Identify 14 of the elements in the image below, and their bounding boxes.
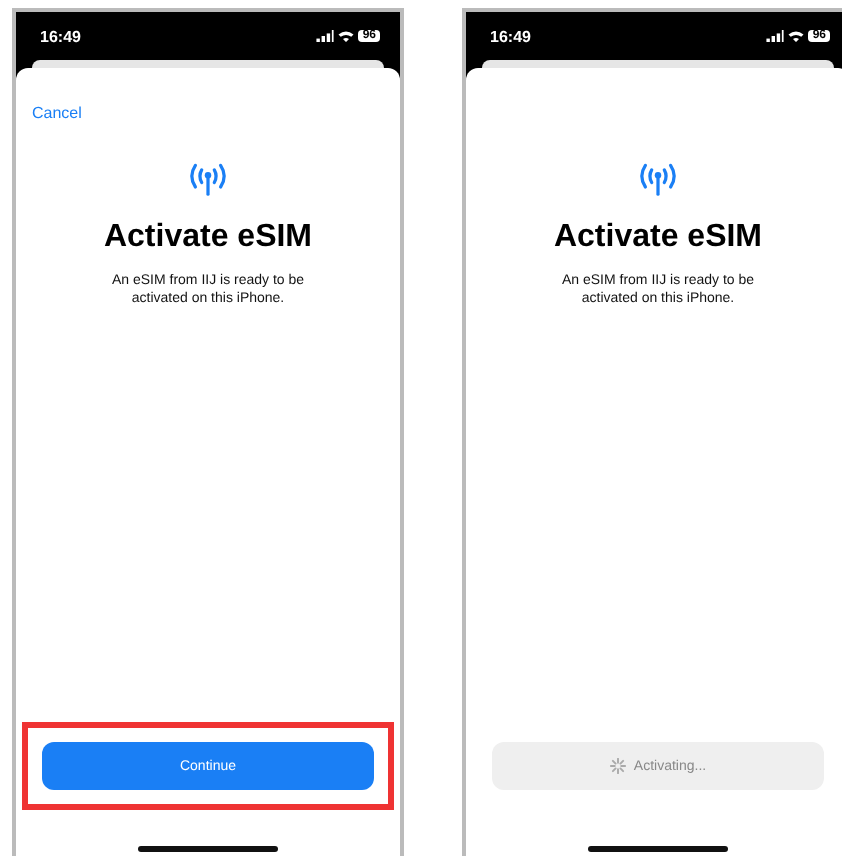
wifi-icon xyxy=(338,30,355,42)
signal-icon xyxy=(766,30,785,42)
antenna-icon xyxy=(636,160,680,196)
home-indicator xyxy=(138,846,278,852)
status-time: 16:49 xyxy=(490,27,531,45)
antenna-icon xyxy=(186,160,230,196)
home-indicator xyxy=(588,846,728,852)
spinner-icon xyxy=(609,758,626,774)
wifi-icon xyxy=(788,30,805,42)
sheet-title: Activate eSIM xyxy=(103,220,313,256)
sheet-title: Activate eSIM xyxy=(553,220,763,256)
status-time: 16:49 xyxy=(40,27,81,45)
cancel-link[interactable]: Cancel xyxy=(32,104,82,122)
signal-icon xyxy=(316,30,335,42)
